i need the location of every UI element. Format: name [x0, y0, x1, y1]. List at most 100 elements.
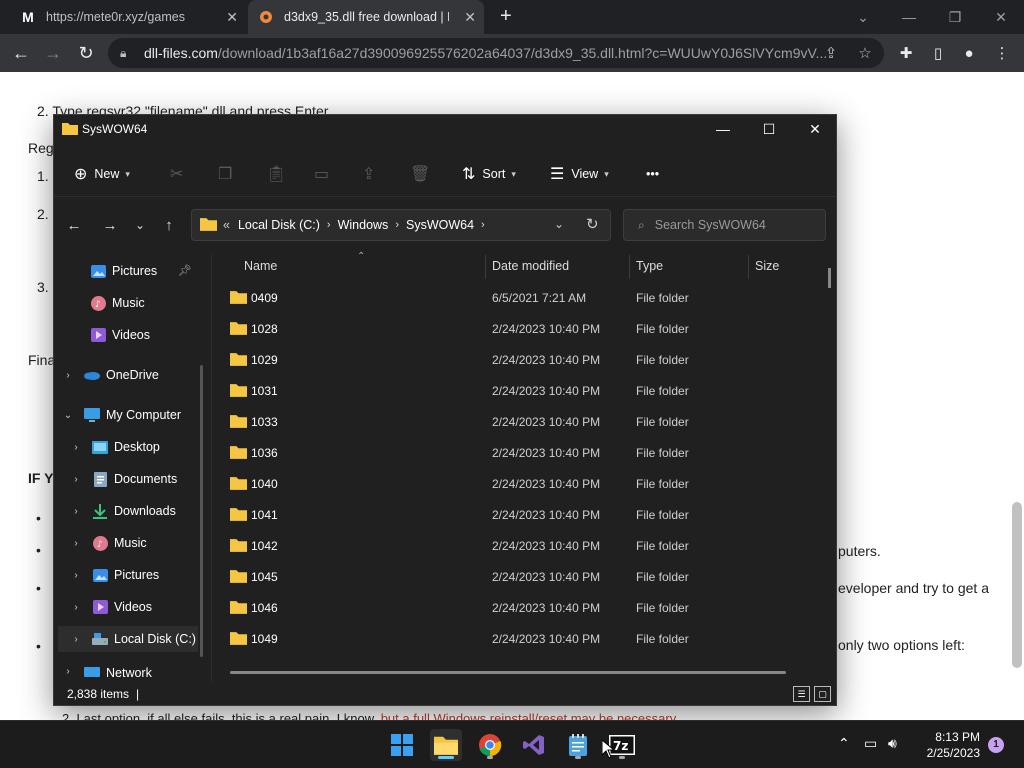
- chevron-right-icon[interactable]: ›: [70, 506, 82, 517]
- chevron-right-icon[interactable]: ›: [70, 602, 82, 613]
- nav-item-downloads[interactable]: › Downloads: [70, 498, 176, 524]
- chevron-right-icon[interactable]: ›: [62, 666, 74, 677]
- chevron-right-icon[interactable]: ›: [70, 570, 82, 581]
- list-scrollbar[interactable]: [828, 268, 831, 288]
- table-row[interactable]: 1033 2/24/2023 10:40 PM File folder: [214, 407, 824, 438]
- back-icon[interactable]: ←: [64, 215, 84, 235]
- forward-icon[interactable]: →: [42, 42, 64, 64]
- close-window-icon[interactable]: ✕: [978, 0, 1024, 34]
- sort-button[interactable]: ⇅ Sort ▾: [462, 162, 516, 186]
- chrome-icon[interactable]: [474, 729, 506, 761]
- breadcrumb-windows[interactable]: Windows: [338, 218, 389, 232]
- explorer-title-bar[interactable]: SysWOW64 — ☐ ✕: [54, 115, 836, 143]
- nav-item-network[interactable]: › Network: [62, 666, 152, 680]
- extensions-puzzle-icon[interactable]: ✚: [895, 42, 917, 64]
- table-row[interactable]: 1029 2/24/2023 10:40 PM File folder: [214, 345, 824, 376]
- refresh-icon[interactable]: ↻: [586, 215, 599, 233]
- recent-locations-icon[interactable]: ⌄: [130, 215, 150, 235]
- show-hidden-icons-chevron-icon[interactable]: ⌃: [838, 735, 850, 752]
- more-options-button[interactable]: •••: [646, 162, 659, 186]
- nav-item-pictures[interactable]: › Pictures: [70, 562, 159, 588]
- restore-icon[interactable]: ❐: [932, 0, 978, 34]
- table-row-partial[interactable]: [214, 659, 824, 667]
- table-row[interactable]: 1036 2/24/2023 10:40 PM File folder: [214, 438, 824, 469]
- nav-item-music[interactable]: › ♪ Music: [70, 530, 147, 556]
- visual-studio-icon[interactable]: [518, 729, 550, 761]
- breadcrumb-chevron-icon[interactable]: ›: [481, 219, 485, 231]
- rename-icon[interactable]: ▭: [314, 162, 336, 186]
- table-row[interactable]: 1046 2/24/2023 10:40 PM File folder: [214, 593, 824, 624]
- address-bar[interactable]: 🔒︎ dll-files.com/download/1b3af16a27d390…: [108, 38, 884, 68]
- close-tab-icon[interactable]: ✕: [226, 9, 238, 26]
- notification-badge[interactable]: 1: [988, 737, 1004, 753]
- clock[interactable]: 8:13 PM 2/25/2023: [910, 729, 980, 761]
- bookmark-star-icon[interactable]: ☆: [856, 44, 874, 62]
- pin-icon[interactable]: 📌︎: [178, 264, 192, 277]
- column-name[interactable]: Name: [244, 259, 277, 273]
- nav-item-desktop[interactable]: › Desktop: [70, 434, 160, 460]
- up-icon[interactable]: ↑: [159, 215, 179, 235]
- table-row[interactable]: 1049 2/24/2023 10:40 PM File folder: [214, 624, 824, 655]
- paste-icon[interactable]: 📋︎: [266, 162, 293, 186]
- chevron-right-icon[interactable]: ›: [70, 474, 82, 485]
- cut-icon[interactable]: ✂: [170, 162, 190, 186]
- table-row[interactable]: 1040 2/24/2023 10:40 PM File folder: [214, 469, 824, 500]
- maximize-icon[interactable]: ☐: [746, 115, 792, 143]
- copy-icon[interactable]: ❐: [218, 162, 239, 186]
- nav-item-my-computer[interactable]: ⌄ My Computer: [62, 402, 181, 428]
- menu-kebab-icon[interactable]: ⋮: [991, 42, 1013, 64]
- share-icon[interactable]: ⇪: [822, 44, 840, 62]
- tiles-view-icon[interactable]: ▢: [814, 686, 831, 702]
- delete-icon[interactable]: 🗑︎: [410, 162, 437, 186]
- breadcrumb-overflow[interactable]: «: [223, 218, 230, 232]
- address-breadcrumb-bar[interactable]: « Local Disk (C:) › Windows › SysWOW64 ›…: [191, 209, 611, 241]
- page-scrollbar[interactable]: [1012, 502, 1022, 668]
- view-button[interactable]: ☰ View ▾: [550, 162, 609, 186]
- table-row[interactable]: 1031 2/24/2023 10:40 PM File folder: [214, 376, 824, 407]
- breadcrumb-syswow64[interactable]: SysWOW64: [406, 218, 474, 232]
- notepad-icon[interactable]: [562, 729, 594, 761]
- reload-icon[interactable]: ↻: [75, 42, 97, 64]
- nav-item-local-disk[interactable]: › Local Disk (C:): [58, 626, 198, 652]
- chevron-right-icon[interactable]: ›: [70, 442, 82, 453]
- pane-divider[interactable]: [211, 253, 212, 683]
- column-date-modified[interactable]: Date modified: [492, 259, 569, 273]
- chevron-right-icon[interactable]: ›: [62, 370, 74, 381]
- search-input[interactable]: ⌕ Search SysWOW64: [623, 209, 826, 241]
- breadcrumb-local-disk[interactable]: Local Disk (C:): [238, 218, 320, 232]
- back-icon[interactable]: ←: [10, 42, 32, 64]
- table-row[interactable]: 1045 2/24/2023 10:40 PM File folder: [214, 562, 824, 593]
- minimize-icon[interactable]: —: [700, 115, 746, 143]
- chevron-down-icon[interactable]: ⌄: [554, 217, 564, 231]
- table-row[interactable]: 1028 2/24/2023 10:40 PM File folder: [214, 314, 824, 345]
- nav-item-videos[interactable]: › Videos: [70, 594, 152, 620]
- nav-item-music-quick[interactable]: ♪ Music: [68, 290, 145, 316]
- profile-icon[interactable]: ●: [958, 42, 980, 64]
- table-row[interactable]: 0409 6/5/2021 7:21 AM File folder: [214, 283, 824, 314]
- close-tab-icon[interactable]: ✕: [464, 9, 476, 26]
- network-tray-icon[interactable]: ▭: [864, 735, 877, 752]
- nav-item-videos-quick[interactable]: Videos: [68, 322, 150, 348]
- column-size[interactable]: Size: [755, 259, 779, 273]
- breadcrumb-chevron-icon[interactable]: ›: [395, 219, 399, 231]
- new-tab-button[interactable]: +: [500, 5, 512, 28]
- close-window-icon[interactable]: ✕: [792, 115, 838, 143]
- breadcrumb-chevron-icon[interactable]: ›: [327, 219, 331, 231]
- side-panel-icon[interactable]: ▯: [927, 42, 949, 64]
- column-type[interactable]: Type: [636, 259, 663, 273]
- minimize-icon[interactable]: —: [886, 0, 932, 34]
- horizontal-scrollbar[interactable]: [230, 671, 786, 674]
- tab-mete0r[interactable]: M https://mete0r.xyz/games ✕: [10, 0, 246, 34]
- share-icon[interactable]: ⇪: [362, 162, 382, 186]
- start-windows-icon[interactable]: [386, 729, 418, 761]
- tab-search-icon[interactable]: ⌄: [840, 0, 886, 34]
- volume-icon[interactable]: 🔊︎: [888, 735, 897, 752]
- new-button[interactable]: ⊕ New ▾: [74, 162, 130, 186]
- nav-item-documents[interactable]: › Documents: [70, 466, 177, 492]
- chevron-right-icon[interactable]: ›: [70, 634, 82, 645]
- nav-item-onedrive[interactable]: › OneDrive: [62, 362, 158, 388]
- file-explorer-taskbar-icon[interactable]: [430, 729, 462, 761]
- chevron-down-icon[interactable]: ⌄: [62, 410, 74, 421]
- tab-dll-files[interactable]: d3dx9_35.dll free download | DLL ✕: [248, 0, 484, 34]
- table-row[interactable]: 1041 2/24/2023 10:40 PM File folder: [214, 500, 824, 531]
